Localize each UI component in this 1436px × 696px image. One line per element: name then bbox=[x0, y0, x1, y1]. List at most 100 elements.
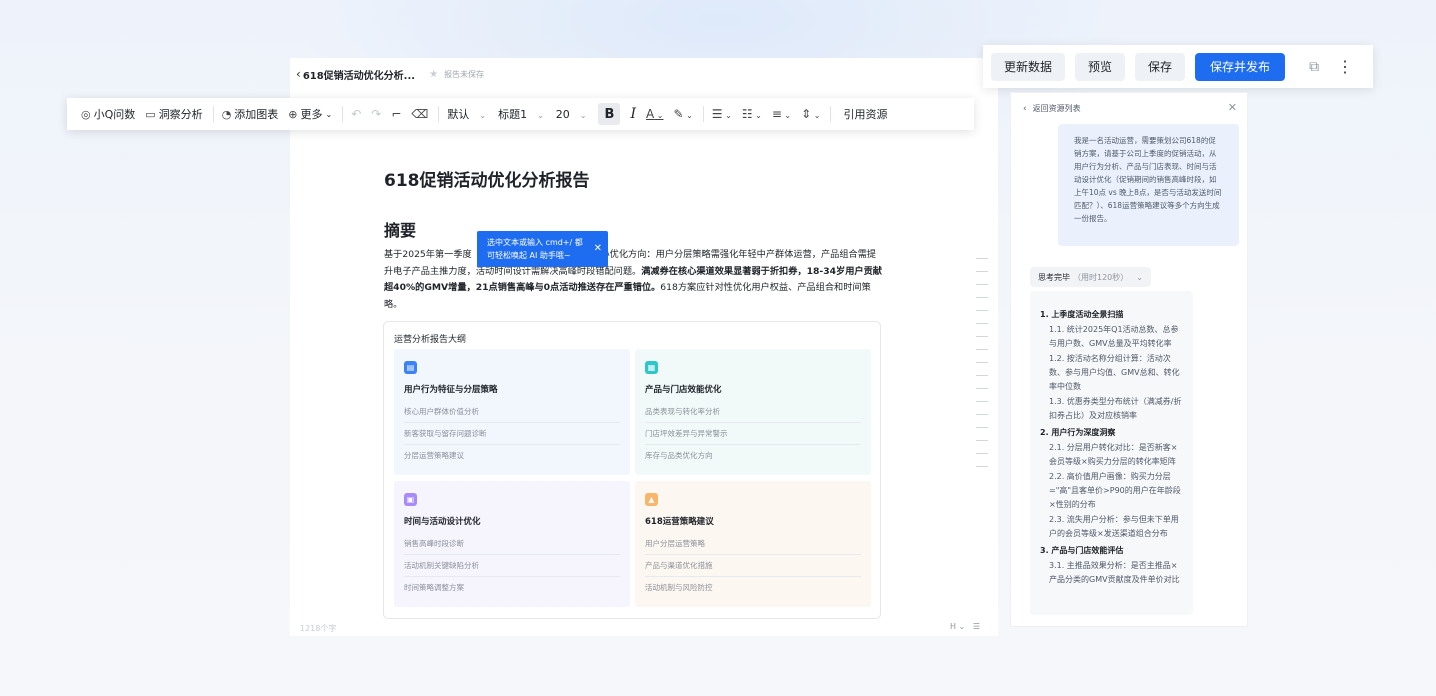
save-button[interactable]: 保存 bbox=[1135, 52, 1186, 81]
eraser-icon[interactable]: ⌫ bbox=[411, 107, 428, 121]
update-data-button[interactable]: 更新数据 bbox=[991, 52, 1066, 81]
plan-section-title: 1. 上季度活动全景扫描 bbox=[1040, 310, 1124, 319]
doc-text-start: 基于2025年第一季度 bbox=[384, 249, 472, 260]
bullet-list-button[interactable]: ☰ ⌄ bbox=[712, 107, 732, 121]
chevron-down-icon: ⌄ bbox=[579, 110, 587, 120]
back-label: 返回资源列表 bbox=[1032, 104, 1081, 113]
thinking-status-toggle[interactable]: 思考完毕 （用时120秒） ⌄ bbox=[1030, 267, 1151, 287]
plan-sub-item: 2.3. 流失用户分析：参与但未下单用户的会员等级×发送渠道组合分布 bbox=[1049, 515, 1179, 538]
doc-paragraph[interactable]: 基于2025年第一季度 出三个核心优化方向：用户分层策略需强化年轻中产群体运营，产… bbox=[384, 247, 882, 313]
align-button[interactable]: ≡ ⌄ bbox=[772, 107, 791, 121]
heading-select[interactable]: 标题1 ⌄ bbox=[498, 106, 544, 122]
doc-section-heading[interactable]: 摘要 bbox=[384, 217, 882, 241]
editor-sheet: ‹ 618促销活动优化分析... ★ 报告未保存 618促销活动优化分析报告 摘… bbox=[290, 58, 998, 636]
outline-cell-user[interactable]: ▤ 用户行为特征与分层策略 核心用户群体价值分析 新客获取与留存问题诊断 分层运… bbox=[394, 349, 630, 475]
tooltip-line: 选中文本或输入 cmd+/ 都 bbox=[487, 238, 583, 247]
outline-cell-title: 用户行为特征与分层策略 bbox=[404, 385, 498, 395]
divider bbox=[212, 106, 214, 122]
plan-sub-item: 3.1. 主推品效果分析：是否主推品×产品分类的GMV贡献度及件单价对比 bbox=[1049, 561, 1180, 584]
heading-outline-icon[interactable]: H ⌄ ☰ bbox=[950, 622, 980, 631]
report-name[interactable]: 618促销活动优化分析... bbox=[303, 67, 415, 82]
comment-icon: ▭ bbox=[145, 107, 156, 121]
outline-item: 产品与渠道优化措施 bbox=[645, 560, 861, 577]
outline-cell-time[interactable]: ▣ 时间与活动设计优化 销售高峰时段诊断 活动机制关键缺陷分析 时间策略调整方案 bbox=[394, 481, 630, 607]
save-status: 报告未保存 bbox=[444, 69, 485, 79]
chevron-down-icon: ⌄ bbox=[479, 111, 487, 120]
format-toolbar: ◎ 小Q问数 ▭ 洞察分析 ◔ 添加图表 ⊕ 更多 ⌄ ↶ ↷ ⌐ ⌫ 默认 ⌄ 标题1 ⌄ … bbox=[67, 98, 974, 130]
external-link-icon[interactable]: ⧉ bbox=[1309, 59, 1319, 75]
ai-tooltip: 选中文本或输入 cmd+/ 都 可轻松唤起 AI 助手哦~ ✕ bbox=[477, 231, 608, 267]
plan-sub-item: 2.1. 分层用户转化对比：是否新客×会员等级×购买力分层的转化率矩阵 bbox=[1049, 443, 1178, 466]
resource-panel: ‹ 返回资源列表 ✕ 我是一名活动运营，需要策划公司618的促销方案，请基于公司上… bbox=[1010, 92, 1248, 627]
toc-minimap[interactable] bbox=[976, 258, 990, 479]
divider bbox=[830, 106, 832, 122]
back-to-resources[interactable]: ‹ 返回资源列表 bbox=[1023, 103, 1081, 114]
close-icon[interactable]: ✕ bbox=[594, 242, 602, 255]
pie-chart-icon: ◔ bbox=[221, 107, 232, 121]
close-icon[interactable]: ✕ bbox=[1228, 101, 1237, 114]
divider bbox=[438, 106, 440, 122]
plus-circle-icon: ⊕ bbox=[288, 107, 298, 121]
word-count: 1218个字 bbox=[300, 624, 337, 633]
outline-card[interactable]: 运营分析报告大纲 ▤ 用户行为特征与分层策略 核心用户群体价值分析 新客获取与留… bbox=[383, 321, 881, 619]
bold-button[interactable]: B bbox=[598, 103, 621, 125]
format-painter-icon[interactable]: ⌐ bbox=[391, 107, 401, 121]
report-header: ‹ 618促销活动优化分析... ★ 报告未保存 bbox=[290, 58, 998, 90]
italic-button[interactable]: I bbox=[630, 106, 636, 122]
xiaoq-label: 小Q问数 bbox=[93, 108, 136, 121]
outline-cell-title: 618运营策略建议 bbox=[645, 517, 714, 527]
redo-icon[interactable]: ↷ bbox=[371, 107, 381, 121]
outline-item: 时间策略调整方案 bbox=[404, 583, 464, 592]
chevron-down-icon: ⌄ bbox=[537, 111, 544, 120]
more-label: 更多 bbox=[300, 108, 323, 121]
heading-value: 标题1 bbox=[498, 108, 528, 121]
add-chart-button[interactable]: ◔ 添加图表 bbox=[222, 106, 279, 122]
think-time: （用时120秒） bbox=[1073, 272, 1129, 282]
outline-cell-title: 时间与活动设计优化 bbox=[404, 517, 481, 527]
undo-icon[interactable]: ↶ bbox=[351, 107, 361, 121]
preview-button[interactable]: 预览 bbox=[1075, 52, 1126, 81]
outline-item: 门店坪效差异与异常警示 bbox=[645, 428, 861, 445]
outline-cell-product[interactable]: ▦ 产品与门店效能优化 品类表现与转化率分析 门店坪效差异与异常警示 库存与品类… bbox=[635, 349, 871, 475]
line-spacing-button[interactable]: ⇕ ⌄ bbox=[801, 107, 820, 121]
divider bbox=[342, 106, 344, 122]
font-size-value: 20 bbox=[555, 107, 570, 121]
plan-section-title: 3. 产品与门店效能评估 bbox=[1040, 546, 1124, 555]
chevron-down-icon: ⌄ bbox=[325, 109, 333, 119]
outline-item: 分层运营策略建议 bbox=[404, 451, 464, 460]
font-size-select[interactable]: 20 ⌄ bbox=[556, 108, 587, 121]
insight-button[interactable]: ▭ 洞察分析 bbox=[145, 106, 202, 122]
chat-q-icon: ◎ bbox=[81, 107, 91, 121]
status-bar: 1218个字 H ⌄ ☰ bbox=[290, 620, 998, 636]
document-body[interactable]: 618促销活动优化分析报告 摘要 基于2025年第一季度 出三个核心优化方向：用户… bbox=[384, 166, 882, 313]
outline-item: 品类表现与转化率分析 bbox=[645, 406, 861, 423]
outline-cell-title: 产品与门店效能优化 bbox=[645, 385, 722, 395]
insight-label: 洞察分析 bbox=[158, 108, 203, 121]
outline-item: 核心用户群体价值分析 bbox=[404, 406, 620, 423]
xiaoq-button[interactable]: ◎ 小Q问数 bbox=[81, 106, 135, 122]
save-publish-button[interactable]: 保存并发布 bbox=[1195, 52, 1286, 81]
font-select[interactable]: 默认 ⌄ bbox=[447, 106, 486, 122]
doc-title[interactable]: 618促销活动优化分析报告 bbox=[384, 166, 882, 191]
chevron-left-icon[interactable]: ‹ bbox=[296, 67, 301, 81]
tooltip-line: 可轻松唤起 AI 助手哦~ bbox=[487, 251, 571, 260]
calendar-icon: ▣ bbox=[404, 493, 417, 506]
divider bbox=[702, 106, 704, 122]
plan-sub-item: 1.3. 优惠券类型分布统计（满减券/折扣券占比）及对应核销率 bbox=[1049, 397, 1182, 420]
numbered-list-button[interactable]: ☷ ⌄ bbox=[742, 107, 762, 121]
store-icon: ▦ bbox=[645, 361, 658, 374]
outline-cell-strategy[interactable]: ▲ 618运营策略建议 用户分层运营策略 产品与渠道优化措施 活动机制与风险防控 bbox=[635, 481, 871, 607]
outline-title: 运营分析报告大纲 bbox=[394, 335, 467, 345]
font-color-button[interactable]: A ⌄ bbox=[646, 107, 663, 121]
more-vertical-icon[interactable]: ⋮ bbox=[1337, 57, 1353, 76]
outline-item: 销售高峰时段诊断 bbox=[404, 538, 620, 555]
ref-resource-button[interactable]: 引用资源 bbox=[843, 106, 887, 122]
action-bar: 更新数据 预览 保存 保存并发布 ⧉ ⋮ bbox=[983, 45, 1373, 88]
plan-list: 1. 上季度活动全景扫描 1.1. 统计2025年Q1活动总数、总参与用户数、G… bbox=[1030, 291, 1193, 615]
more-button[interactable]: ⊕ 更多 ⌄ bbox=[288, 106, 332, 122]
star-icon[interactable]: ★ bbox=[429, 69, 438, 80]
strategy-icon: ▲ bbox=[645, 493, 658, 506]
highlight-button[interactable]: ✎ ⌄ bbox=[673, 107, 692, 121]
outline-item: 活动机制与风险防控 bbox=[645, 583, 713, 592]
plan-sub-item: 1.1. 统计2025年Q1活动总数、总参与用户数、GMV总量及平均转化率 bbox=[1049, 325, 1179, 348]
